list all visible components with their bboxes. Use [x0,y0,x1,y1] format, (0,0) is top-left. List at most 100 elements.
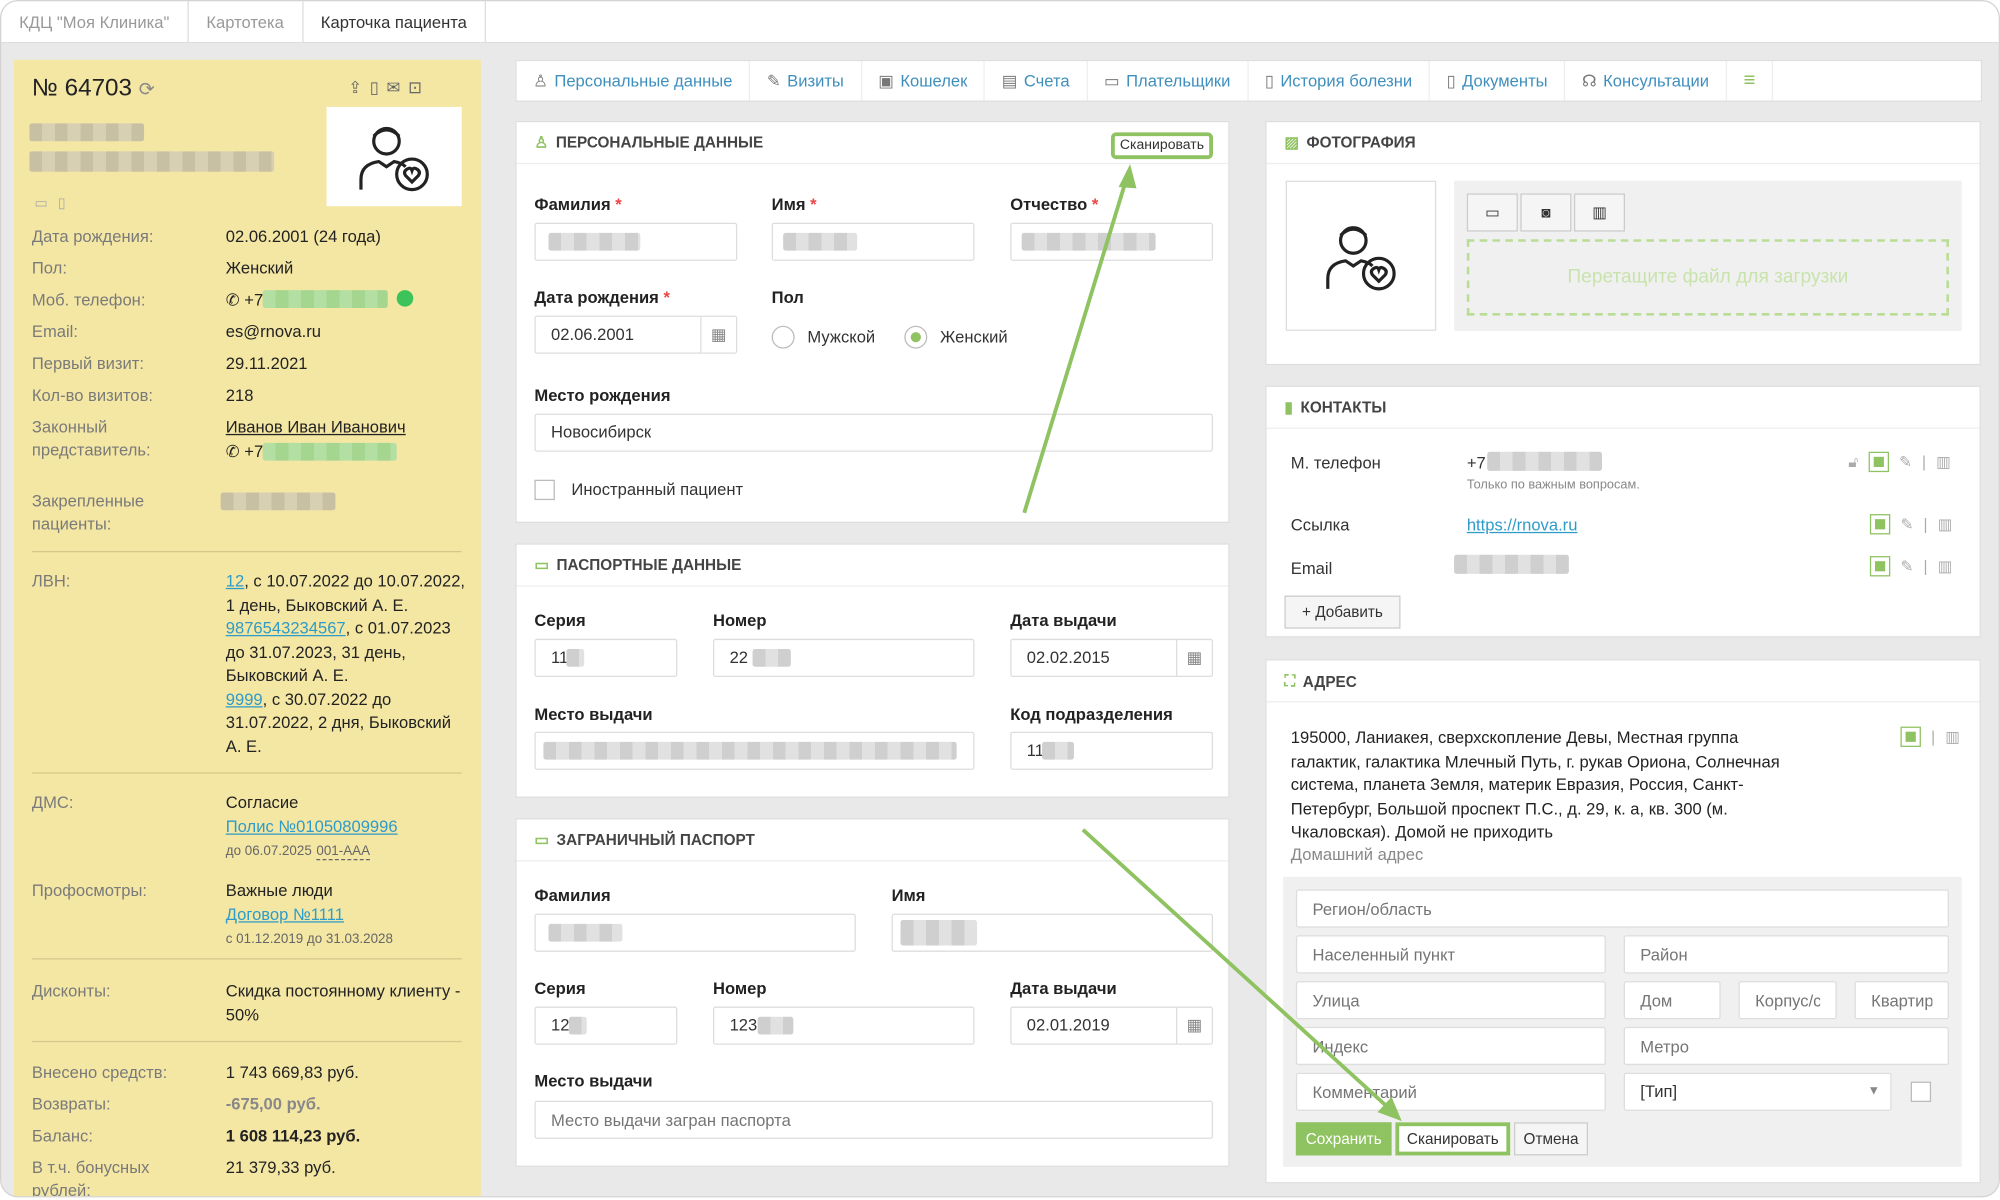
contact-email-label: Email [1290,558,1333,578]
visits-label: Кол-во визитов: [31,385,154,405]
whatsapp-icon[interactable] [396,290,414,307]
female-radio[interactable] [904,325,928,349]
legal-rep-link[interactable]: Иванов Иван Иванович [226,416,468,440]
divider [1266,162,1980,165]
menu-icon[interactable]: ≡ [1727,61,1774,101]
apartment-input[interactable] [1854,981,1949,1020]
tab-visits[interactable]: ✎ Визиты [750,61,862,101]
tab-consultations[interactable]: ☊ Консультации [1565,61,1727,101]
passport-series-input[interactable]: 11 [534,638,678,677]
name-input[interactable] [771,222,975,261]
passport-panel: ▭ ПАСПОРТНЫЕ ДАННЫЕ Серия Номер Дата выда… [515,543,1230,798]
calendar-icon[interactable]: ▦ [1176,1007,1212,1044]
lvn-link[interactable]: 12 [226,571,244,590]
trash-icon[interactable]: ▥ [1573,193,1625,232]
prof-contract-link[interactable]: Договор №1111 [226,904,344,923]
foreign-patient-checkbox[interactable] [534,479,555,501]
foreign-surname-blur [548,923,623,942]
add-contact-button[interactable]: + Добавить [1284,595,1401,629]
address-type-select[interactable]: [Тип] ▼ [1623,1072,1892,1111]
lvn-link[interactable]: 9876543234567 [226,618,346,637]
lvn-link[interactable]: 9999 [226,689,263,708]
sms-icon[interactable]: ▯ [370,78,379,98]
divider [31,550,462,553]
scan-address-button[interactable]: Сканировать [1395,1122,1511,1156]
tab-invoices[interactable]: ▤ Счета [985,61,1088,101]
surname-blur [548,232,641,251]
house-input[interactable] [1623,981,1721,1020]
passport-code-input[interactable]: 11 [1010,731,1214,770]
divider [1266,701,1980,703]
primary-toggle[interactable] [1869,556,1891,577]
divider [516,162,1229,165]
primary-toggle[interactable] [1869,514,1891,535]
address-checkbox[interactable] [1910,1081,1932,1102]
index-input[interactable] [1295,1026,1606,1066]
patient-avatar[interactable] [326,106,462,207]
image-icon: ▨ [1284,133,1299,152]
city-input[interactable] [1295,935,1606,974]
surname-input[interactable] [534,222,738,261]
passport-place-input[interactable] [534,731,975,770]
address-actions: | ▥ [1900,726,1960,747]
foreign-series-label: Серия [534,978,586,998]
refresh-icon[interactable]: ⟳ [139,79,155,101]
street-input[interactable] [1295,981,1606,1020]
attached-blur [220,492,336,511]
calendar-icon[interactable]: ▦ [1176,640,1212,676]
foreign-passport-title: ЗАГРАНИЧНЫЙ ПАСПОРТ [556,830,755,849]
male-radio[interactable] [771,325,795,349]
tab-medical-history[interactable]: ▯ История болезни [1248,61,1431,101]
primary-toggle[interactable] [1868,451,1889,473]
cancel-button[interactable]: Отмена [1514,1122,1588,1156]
edit-icon[interactable]: ✎ [1899,453,1912,471]
divider [1266,427,1980,429]
foreign-date-input[interactable]: 02.01.2019 ▦ [1010,1006,1214,1045]
scan-personal-button[interactable]: Сканировать [1110,132,1214,160]
trash-icon[interactable]: ▥ [1945,728,1959,746]
foreign-place-input[interactable] [534,1100,1214,1139]
folder-icon[interactable]: ▭ [1466,193,1518,232]
contact-link-value[interactable]: https://rnova.ru [1467,515,1578,534]
camera-icon[interactable]: ◙ [1520,193,1572,232]
primary-toggle[interactable] [1900,726,1921,747]
drop-zone[interactable]: Перетащите файл для загрузки [1466,239,1949,316]
contacts-header: ▮ КОНТАКТЫ [1284,398,1386,416]
foreign-surname-input[interactable] [534,913,856,952]
dms-code[interactable]: 001-AAA [316,843,371,861]
passport-number-input[interactable]: 22 [713,638,975,677]
passport-date-input[interactable]: 02.02.2015 ▦ [1010,638,1214,677]
edit-icon[interactable]: ✎ [1900,557,1913,575]
dms-policy-link[interactable]: Полис №01050809996 [226,816,398,835]
upload-photo-icon[interactable]: ⊡ [408,78,422,98]
metro-input[interactable] [1623,1026,1949,1066]
tab-documents[interactable]: ▯ Документы [1430,61,1566,101]
patronymic-input[interactable] [1010,222,1214,261]
tab-wallet[interactable]: ▣ Кошелек [862,61,986,101]
edit-icon[interactable]: ✎ [1900,515,1913,533]
calendar-icon[interactable]: ▦ [700,316,736,353]
birth-date-input[interactable]: 02.06.2001 ▦ [534,315,738,354]
district-input[interactable] [1623,935,1949,974]
breadcrumb-clinic[interactable]: КДЦ "Моя Клиника" [1,1,189,42]
save-button[interactable]: Сохранить [1295,1122,1392,1156]
contact-phone-blur [1487,451,1603,471]
trash-icon[interactable]: ▥ [1936,453,1950,471]
building-input[interactable] [1738,981,1837,1020]
trash-icon[interactable]: ▥ [1938,515,1952,533]
tab-personal[interactable]: ♙ Персональные данные [517,61,751,101]
birthplace-input[interactable]: Новосибирск [534,413,1214,452]
tab-payers[interactable]: ▭ Плательщики [1087,61,1249,101]
email-label: Email: [31,321,78,342]
region-input[interactable] [1295,889,1949,928]
mail-icon[interactable]: ✉ [387,78,401,98]
foreign-series-input[interactable]: 12 [534,1006,678,1045]
foreign-name-input[interactable] [891,913,1214,952]
foreign-number-input[interactable]: 123 [713,1006,975,1045]
breadcrumb-registry[interactable]: Картотека [188,1,303,42]
required-mark: * [810,194,817,214]
lock-icon[interactable]: 🔓︎ [1848,452,1858,471]
comment-input[interactable] [1295,1072,1606,1111]
trash-icon[interactable]: ▥ [1938,557,1952,575]
share-icon[interactable]: ⇪ [348,78,362,98]
